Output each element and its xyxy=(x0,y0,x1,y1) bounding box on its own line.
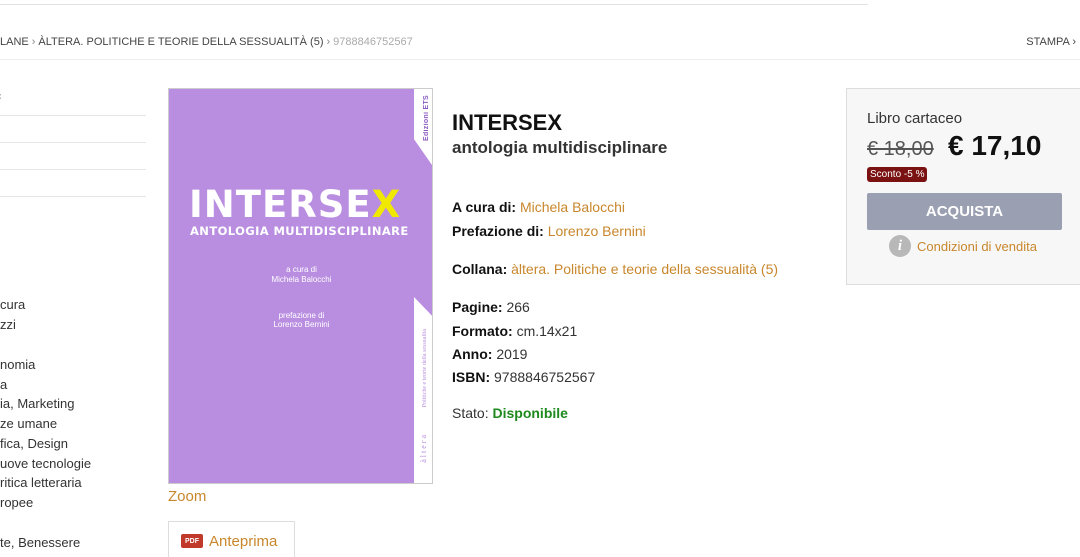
year-label: Anno: xyxy=(452,346,493,362)
category-item[interactable]: cura xyxy=(0,297,25,312)
editor-link[interactable]: Michela Balocchi xyxy=(520,199,625,215)
status-badge: Disponibile xyxy=(492,405,568,421)
breadcrumb-item-series[interactable]: ÀLTERA. POLITICHE E TEORIE DELLA SESSUAL… xyxy=(38,36,323,48)
isbn-row: ISBN: 9788846752567 xyxy=(452,369,595,385)
cover-title-main: INTERSE xyxy=(189,183,372,226)
cover-title: INTERSEX xyxy=(189,183,401,226)
pages-row: Pagine: 266 xyxy=(452,299,530,315)
sidebar-divider xyxy=(0,115,146,116)
status-label: Stato: xyxy=(452,405,489,421)
status-row: Stato: Disponibile xyxy=(452,405,568,421)
category-item[interactable]: ritica letteraria xyxy=(0,475,82,490)
category-item[interactable]: uove tecnologie xyxy=(0,456,91,471)
buy-button[interactable]: ACQUISTA xyxy=(867,193,1062,230)
year-value: 2019 xyxy=(496,346,528,362)
series-row: Collana: àltera. Politiche e teorie dell… xyxy=(452,261,778,277)
print-label: STAMPA xyxy=(1026,36,1070,48)
cover-subtitle: ANTOLOGIA MULTIDISCIPLINARE xyxy=(190,224,409,238)
year-row: Anno: 2019 xyxy=(452,346,527,362)
isbn-label: ISBN: xyxy=(452,369,491,385)
cover-editor-label: a cura di xyxy=(286,265,317,274)
cover-spine-brand: àltera xyxy=(419,433,428,463)
old-price: € 18,00 xyxy=(867,138,934,160)
breadcrumb-separator: › xyxy=(326,36,331,48)
cover-publisher: Edizioni ETS xyxy=(423,95,430,141)
category-item[interactable]: te, Benessere xyxy=(0,535,80,550)
preview-label: Anteprima xyxy=(209,532,278,550)
category-item[interactable]: fica, Design xyxy=(0,436,68,451)
format-label: Formato: xyxy=(452,323,513,339)
print-link[interactable]: STAMPA › xyxy=(1026,36,1076,48)
sale-conditions-label: Condizioni di vendita xyxy=(917,238,1037,254)
print-chevron-icon: › xyxy=(1072,36,1076,48)
preface-link[interactable]: Lorenzo Bernini xyxy=(548,223,646,239)
sale-conditions-link[interactable]: i Condizioni di vendita xyxy=(889,235,1037,257)
category-item[interactable]: ropee xyxy=(0,495,33,510)
breadcrumb-current: 9788846752567 xyxy=(333,36,413,48)
info-icon: i xyxy=(889,235,911,257)
breadcrumb-divider xyxy=(0,59,1080,60)
top-divider xyxy=(0,4,868,5)
discount-badge: Sconto -5 % xyxy=(867,167,928,182)
sidebar-chevron-icon[interactable]: ‹ xyxy=(0,91,1,102)
category-item[interactable]: nomia xyxy=(0,357,35,372)
breadcrumb-separator: › xyxy=(31,36,36,48)
breadcrumb: LANE › ÀLTERA. POLITICHE E TEORIE DELLA SE… xyxy=(0,36,413,48)
pages-label: Pagine: xyxy=(452,299,503,315)
series-label: Collana: xyxy=(452,261,508,277)
book-title: INTERSEX xyxy=(452,110,563,135)
preface-label: Prefazione di: xyxy=(452,223,544,239)
editor-row: A cura di: Michela Balocchi xyxy=(452,199,625,215)
purchase-box: Libro cartaceo € 18,00 € 17,10 Sconto -5… xyxy=(846,88,1080,285)
format-value: cm.14x21 xyxy=(516,323,578,339)
category-item[interactable]: ze umane xyxy=(0,416,57,431)
cover-preface-name: Lorenzo Bernini xyxy=(273,320,330,329)
book-subtitle: antologia multidisciplinare xyxy=(452,138,668,157)
pages-value: 266 xyxy=(506,299,530,315)
category-item[interactable]: a xyxy=(0,377,7,392)
isbn-value: 9788846752567 xyxy=(494,369,596,385)
preview-button[interactable]: PDF Anteprima xyxy=(168,521,295,557)
breadcrumb-item-collane[interactable]: LANE xyxy=(0,36,29,48)
zoom-link[interactable]: Zoom xyxy=(168,488,206,505)
sidebar-divider xyxy=(0,142,146,143)
book-cover[interactable]: Edizioni ETS INTERSEX ANTOLOGIA MULTIDIS… xyxy=(168,88,433,484)
category-item[interactable]: ia, Marketing xyxy=(0,396,74,411)
cover-spine-series: Politiche e teorie della sessualità xyxy=(422,329,428,408)
series-link[interactable]: àltera. Politiche e teorie della sessual… xyxy=(511,261,778,277)
current-price: € 17,10 xyxy=(948,130,1042,161)
cover-editor-name: Michela Balocchi xyxy=(271,275,332,284)
sidebar-divider xyxy=(0,196,146,197)
sidebar-divider xyxy=(0,169,146,170)
preface-row: Prefazione di: Lorenzo Bernini xyxy=(452,223,646,239)
format-row: Formato: cm.14x21 xyxy=(452,323,577,339)
product-type: Libro cartaceo xyxy=(867,110,963,127)
pdf-icon: PDF xyxy=(181,534,203,548)
editor-label: A cura di: xyxy=(452,199,517,215)
category-item[interactable]: zzi xyxy=(0,317,16,332)
cover-title-x: X xyxy=(371,183,402,226)
